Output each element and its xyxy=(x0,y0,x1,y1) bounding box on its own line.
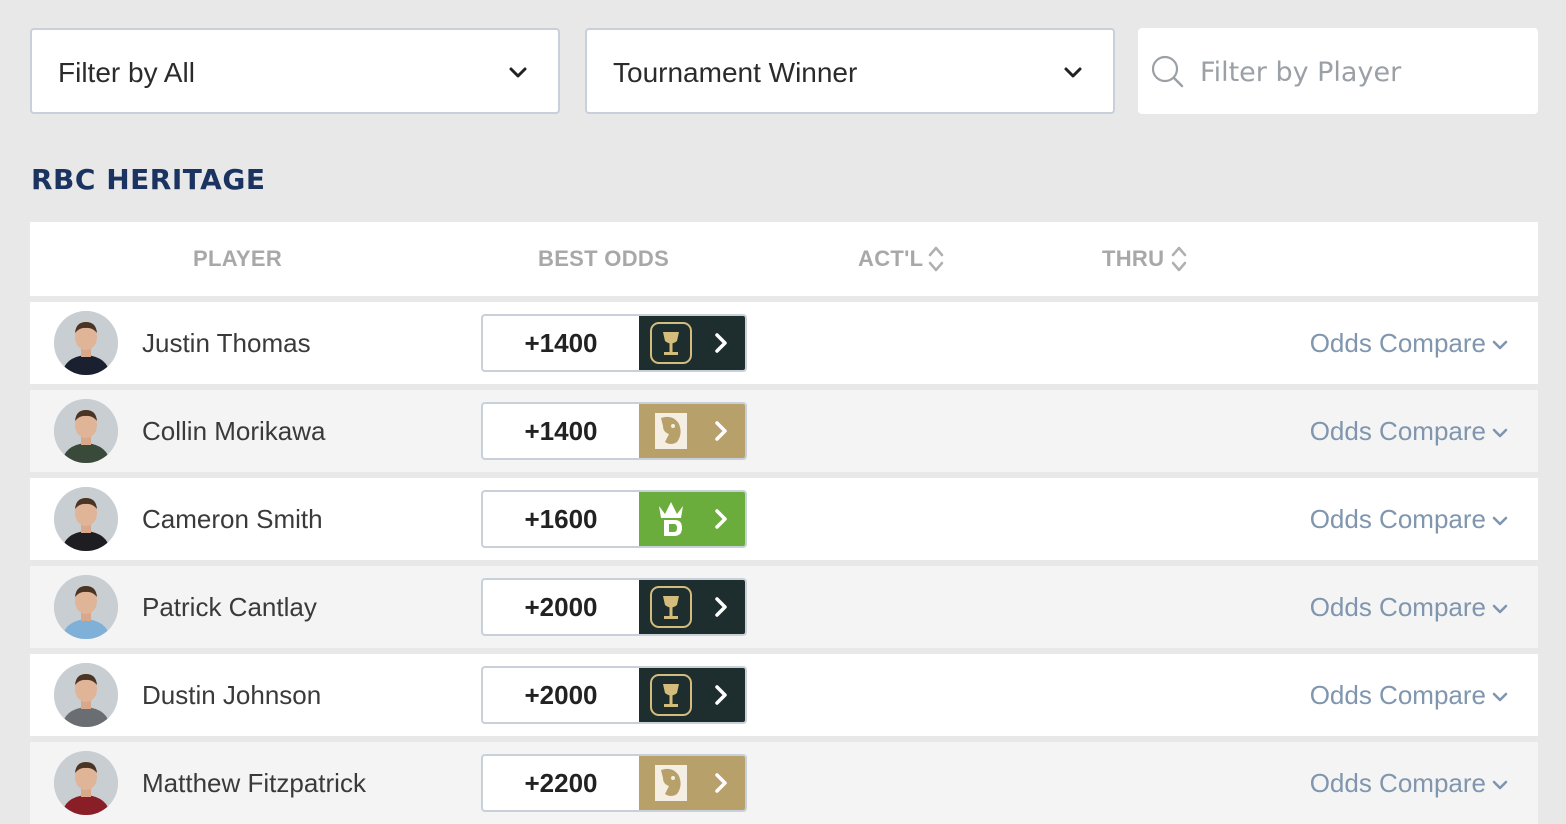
chevron-right-icon xyxy=(715,421,727,441)
table-row: Justin Thomas +1400 Odds Compare xyxy=(30,302,1538,384)
sportsbook-trophy-logo-icon xyxy=(650,322,692,364)
chevron-down-icon xyxy=(1492,780,1508,790)
header-thru[interactable]: THRU xyxy=(1102,246,1164,272)
event-title: RBC HERITAGE xyxy=(31,163,266,196)
odds-compare-toggle[interactable]: Odds Compare xyxy=(1310,680,1508,711)
sort-icon[interactable] xyxy=(1171,244,1187,274)
chevron-down-icon xyxy=(509,67,527,78)
table-body: Justin Thomas +1400 Odds Compare Collin Mor… xyxy=(30,302,1538,824)
table-row: Matthew Fitzpatrick +2200 Odds Compare xyxy=(30,742,1538,824)
header-player: PLAYER xyxy=(193,246,283,271)
chevron-right-icon xyxy=(715,597,727,617)
best-odds-button[interactable]: +1400 xyxy=(481,402,747,460)
best-odds-button[interactable]: +1600 xyxy=(481,490,747,548)
sportsbook-link[interactable] xyxy=(639,756,745,810)
player-photo-icon xyxy=(54,751,118,815)
chevron-down-icon xyxy=(1064,67,1082,78)
chevron-down-icon xyxy=(1492,516,1508,526)
player-name[interactable]: Patrick Cantlay xyxy=(142,592,317,623)
sportsbook-link[interactable] xyxy=(639,404,745,458)
sportsbook-link[interactable] xyxy=(639,580,745,634)
player-photo-icon xyxy=(54,399,118,463)
odds-compare-toggle[interactable]: Odds Compare xyxy=(1310,328,1508,359)
sportsbook-trophy-logo-icon xyxy=(650,674,692,716)
sportsbook-trophy-logo-icon xyxy=(650,586,692,628)
player-name[interactable]: Cameron Smith xyxy=(142,504,323,535)
table-row: Collin Morikawa +1400 Odds Compare xyxy=(30,390,1538,472)
odds-value: +1400 xyxy=(524,328,598,358)
search-icon xyxy=(1151,55,1184,88)
odds-compare-label: Odds Compare xyxy=(1309,592,1486,622)
table-row: Patrick Cantlay +2000 Odds Compare xyxy=(30,566,1538,648)
odds-table: PLAYER BEST ODDS ACT'L THRU Justin Thoma… xyxy=(30,222,1538,824)
odds-compare-label: Odds Compare xyxy=(1309,768,1486,798)
chevron-right-icon xyxy=(715,685,727,705)
sportsbook-lion-logo-icon xyxy=(655,765,687,801)
avatar xyxy=(54,751,118,815)
avatar xyxy=(54,311,118,375)
table-row: Dustin Johnson +2000 Odds Compare xyxy=(30,654,1538,736)
header-actual[interactable]: ACT'L xyxy=(858,246,923,272)
chevron-right-icon xyxy=(715,773,727,793)
odds-compare-toggle[interactable]: Odds Compare xyxy=(1310,416,1508,447)
header-best-odds: BEST ODDS xyxy=(538,246,670,271)
best-odds-button[interactable]: +1400 xyxy=(481,314,747,372)
sort-icon[interactable] xyxy=(928,244,944,274)
category-filter-select[interactable]: Filter by All xyxy=(30,28,560,114)
avatar xyxy=(54,663,118,727)
player-name[interactable]: Justin Thomas xyxy=(142,328,311,359)
odds-value: +2000 xyxy=(524,680,598,710)
player-search-input[interactable] xyxy=(1200,50,1520,94)
odds-value: +2000 xyxy=(524,592,598,622)
chevron-down-icon xyxy=(1492,692,1508,702)
chevron-right-icon xyxy=(715,509,727,529)
sportsbook-link[interactable] xyxy=(639,316,745,370)
sportsbook-link[interactable] xyxy=(639,668,745,722)
table-header: PLAYER BEST ODDS ACT'L THRU xyxy=(30,222,1538,296)
avatar xyxy=(54,399,118,463)
odds-compare-label: Odds Compare xyxy=(1309,504,1486,534)
chevron-down-icon xyxy=(1492,604,1508,614)
player-photo-icon xyxy=(54,663,118,727)
odds-value: +1400 xyxy=(524,416,598,446)
market-filter-select[interactable]: Tournament Winner xyxy=(585,28,1115,114)
player-photo-icon xyxy=(54,311,118,375)
odds-compare-label: Odds Compare xyxy=(1309,416,1486,446)
category-filter-value: Filter by All xyxy=(58,57,195,88)
odds-value: +2200 xyxy=(524,768,598,798)
player-photo-icon xyxy=(54,575,118,639)
player-photo-icon xyxy=(54,487,118,551)
best-odds-button[interactable]: +2000 xyxy=(481,666,747,724)
odds-value: +1600 xyxy=(524,504,598,534)
market-filter-value: Tournament Winner xyxy=(613,57,858,88)
sportsbook-crown-logo-icon xyxy=(659,502,683,536)
odds-compare-toggle[interactable]: Odds Compare xyxy=(1310,592,1508,623)
best-odds-button[interactable]: +2000 xyxy=(481,578,747,636)
avatar xyxy=(54,575,118,639)
filter-bar: Filter by All Tournament Winner xyxy=(30,28,1538,114)
odds-compare-toggle[interactable]: Odds Compare xyxy=(1310,504,1508,535)
chevron-down-icon xyxy=(1492,428,1508,438)
sportsbook-lion-logo-icon xyxy=(655,413,687,449)
player-name[interactable]: Matthew Fitzpatrick xyxy=(142,768,366,799)
table-row: Cameron Smith +1600 Odds Compare xyxy=(30,478,1538,560)
best-odds-button[interactable]: +2200 xyxy=(481,754,747,812)
player-name[interactable]: Collin Morikawa xyxy=(142,416,326,447)
chevron-right-icon xyxy=(715,333,727,353)
odds-compare-label: Odds Compare xyxy=(1309,680,1486,710)
sportsbook-link[interactable] xyxy=(639,492,745,546)
avatar xyxy=(54,487,118,551)
chevron-down-icon xyxy=(1492,340,1508,350)
player-search xyxy=(1138,28,1538,114)
player-name[interactable]: Dustin Johnson xyxy=(142,680,321,711)
odds-compare-toggle[interactable]: Odds Compare xyxy=(1310,768,1508,799)
odds-compare-label: Odds Compare xyxy=(1309,328,1486,358)
